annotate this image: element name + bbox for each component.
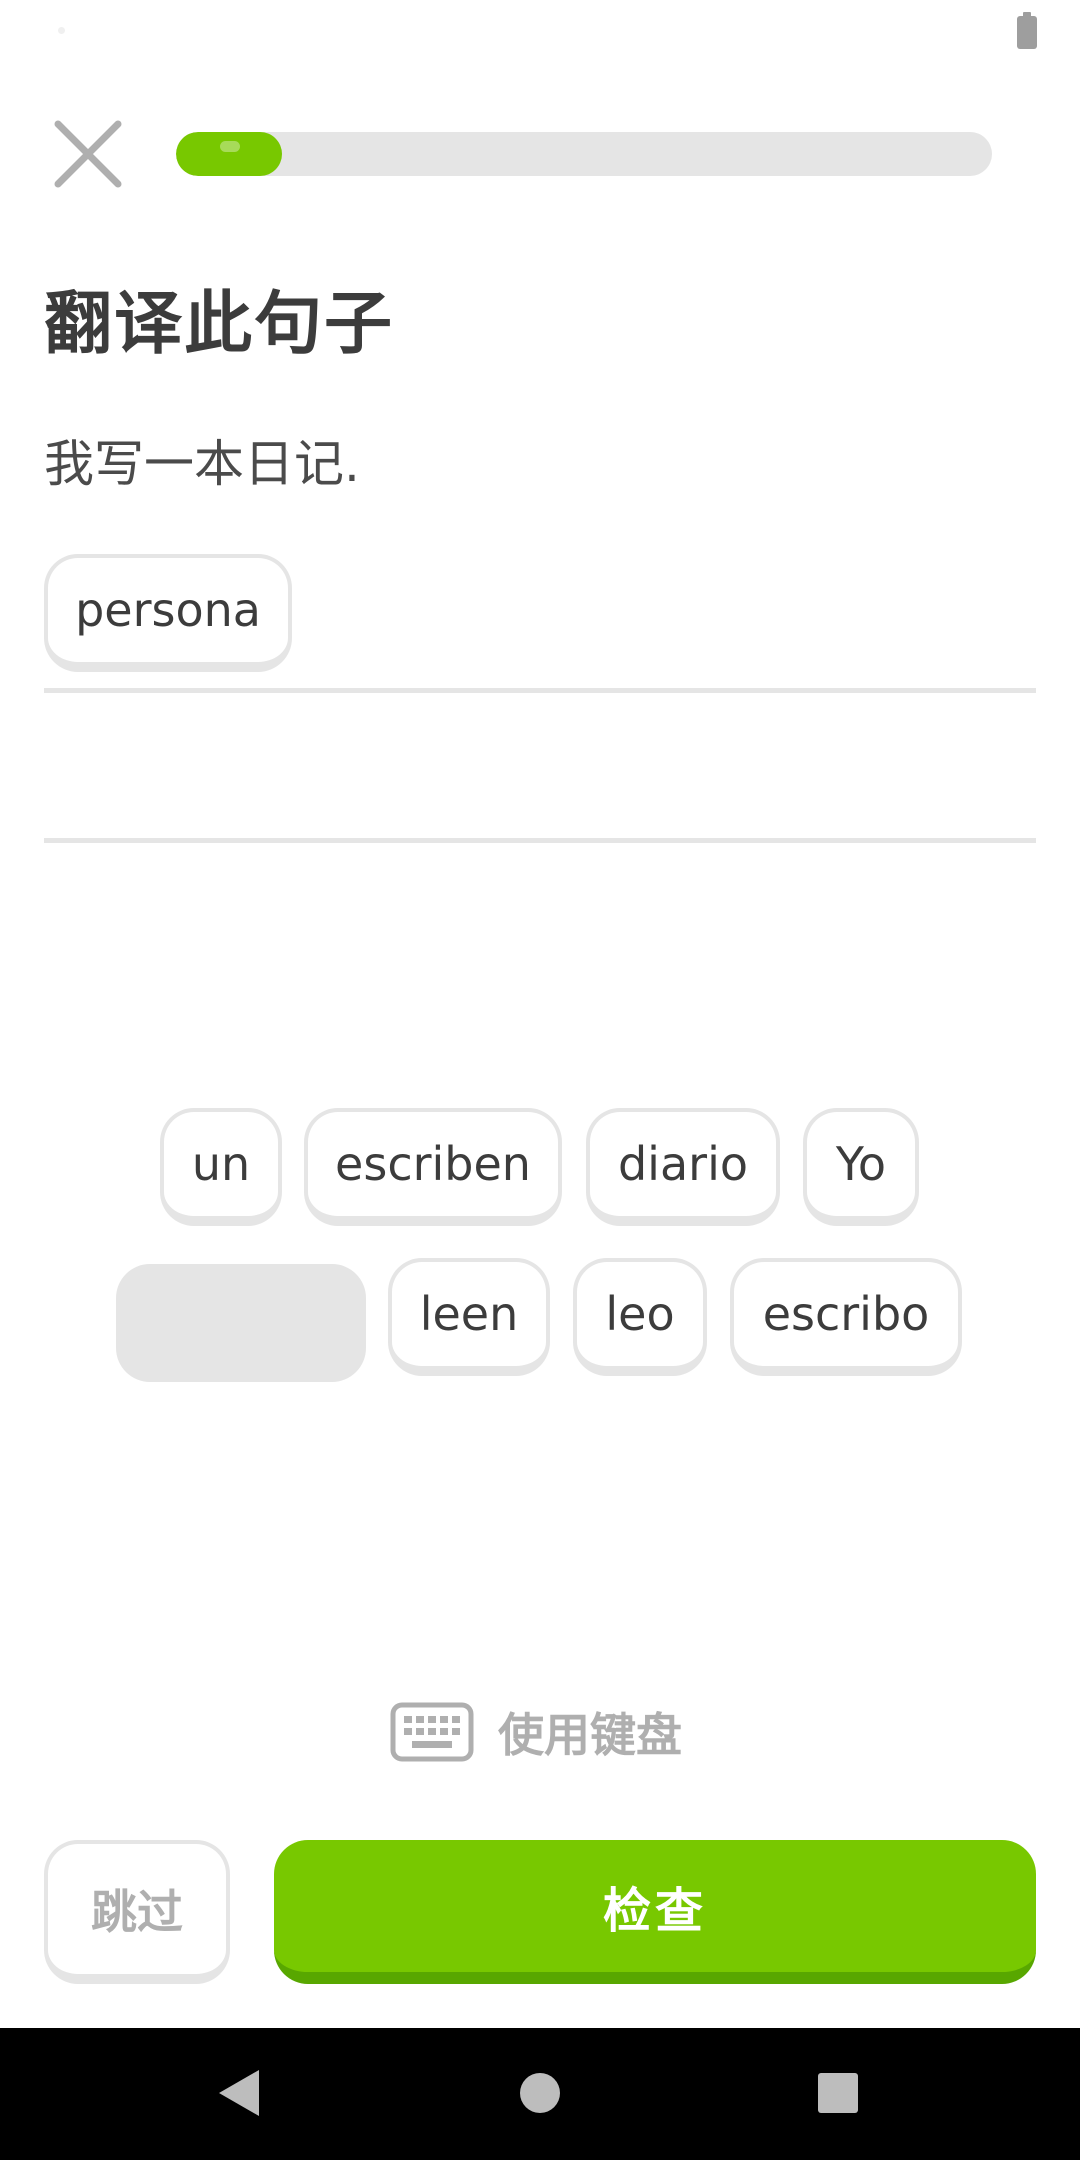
use-keyboard-button[interactable]: 使用键盘 [390, 1700, 682, 1764]
word-tile-un[interactable]: un [160, 1108, 282, 1226]
status-bar [0, 0, 1080, 64]
progress-highlight [220, 141, 240, 152]
used-tile-slot [116, 1264, 366, 1382]
word-tile-yo[interactable]: Yo [803, 1108, 919, 1226]
source-sentence: 我写一本日记. [44, 435, 360, 493]
recents-square-icon [818, 2073, 858, 2113]
lesson-progress-bar [176, 132, 992, 176]
check-button[interactable]: 检查 [274, 1840, 1036, 1984]
word-tile-leen[interactable]: leen [388, 1258, 550, 1376]
nav-back-button[interactable] [205, 2058, 275, 2128]
close-icon [54, 120, 122, 188]
home-circle-icon [520, 2073, 560, 2113]
battery-icon [1017, 12, 1037, 49]
notification-dot [58, 27, 65, 34]
back-triangle-icon [219, 2070, 259, 2116]
system-nav-bar [0, 2028, 1080, 2160]
nav-recents-button[interactable] [803, 2058, 873, 2128]
word-tile-escriben[interactable]: escriben [304, 1108, 562, 1226]
progress-fill [176, 132, 283, 176]
answer-tile[interactable]: persona [44, 554, 292, 672]
skip-button[interactable]: 跳过 [44, 1840, 230, 1984]
word-tile-diario[interactable]: diario [586, 1108, 780, 1226]
answer-line-1 [44, 688, 1036, 693]
word-tile-escribo[interactable]: escribo [730, 1258, 962, 1376]
page-title: 翻译此句子 [44, 285, 395, 364]
word-tile-leo[interactable]: leo [573, 1258, 707, 1376]
answer-line-2 [44, 838, 1036, 843]
close-button[interactable] [48, 114, 128, 194]
use-keyboard-label: 使用键盘 [498, 1708, 682, 1762]
nav-home-button[interactable] [505, 2058, 575, 2128]
keyboard-icon [390, 1702, 474, 1762]
